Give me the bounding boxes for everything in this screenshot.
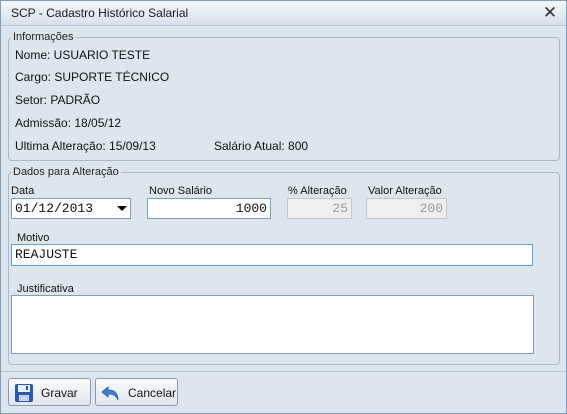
chevron-down-icon[interactable] (117, 206, 127, 211)
data-select[interactable]: 01/12/2013 (11, 198, 131, 219)
title-bar[interactable]: SCP - Cadastro Histórico Salarial ✕ (1, 1, 566, 26)
close-icon: ✕ (542, 3, 558, 22)
salario-atual-text: Salário Atual: 800 (214, 139, 309, 153)
undo-arrow-icon (101, 386, 119, 401)
valor-alteracao-label: Valor Alteração (368, 185, 442, 197)
gravar-button[interactable]: Gravar (8, 378, 91, 406)
motivo-label: Motivo (17, 232, 50, 244)
justificativa-textarea[interactable] (11, 295, 534, 354)
data-select-value: 01/12/2013 (15, 201, 94, 216)
novo-salario-input[interactable]: 1000 (147, 198, 271, 219)
justificativa-label: Justificativa (17, 283, 74, 295)
ultima-alteracao-text: Ultima Alteração: 15/09/13 (15, 139, 156, 153)
pct-alteracao-input: 25 (287, 198, 352, 219)
motivo-input[interactable]: REAJUSTE (11, 244, 533, 266)
footer-separator (1, 371, 566, 372)
setor-text: Setor: PADRÃO (15, 93, 101, 107)
gravar-label: Gravar (41, 386, 78, 400)
admissao-text: Admissão: 18/05/12 (15, 116, 122, 130)
cancelar-button[interactable]: Cancelar (95, 378, 178, 406)
cargo-text: Cargo: SUPORTE TÉCNICO (15, 70, 170, 84)
pct-alteracao-label: % Alteração (288, 185, 347, 197)
dialog-window: SCP - Cadastro Histórico Salarial ✕ Info… (0, 0, 567, 414)
window-title: SCP - Cadastro Histórico Salarial (11, 6, 189, 20)
novo-salario-label: Novo Salário (149, 185, 212, 197)
data-label: Data (11, 185, 35, 197)
valor-alteracao-input: 200 (366, 198, 447, 219)
floppy-disk-icon (15, 384, 33, 402)
cancelar-label: Cancelar (128, 386, 177, 400)
info-group-legend: Informações (13, 31, 74, 43)
form-group-legend: Dados para Alteração (13, 166, 119, 178)
nome-text: Nome: USUARIO TESTE (15, 48, 151, 62)
close-button[interactable]: ✕ (540, 3, 560, 23)
